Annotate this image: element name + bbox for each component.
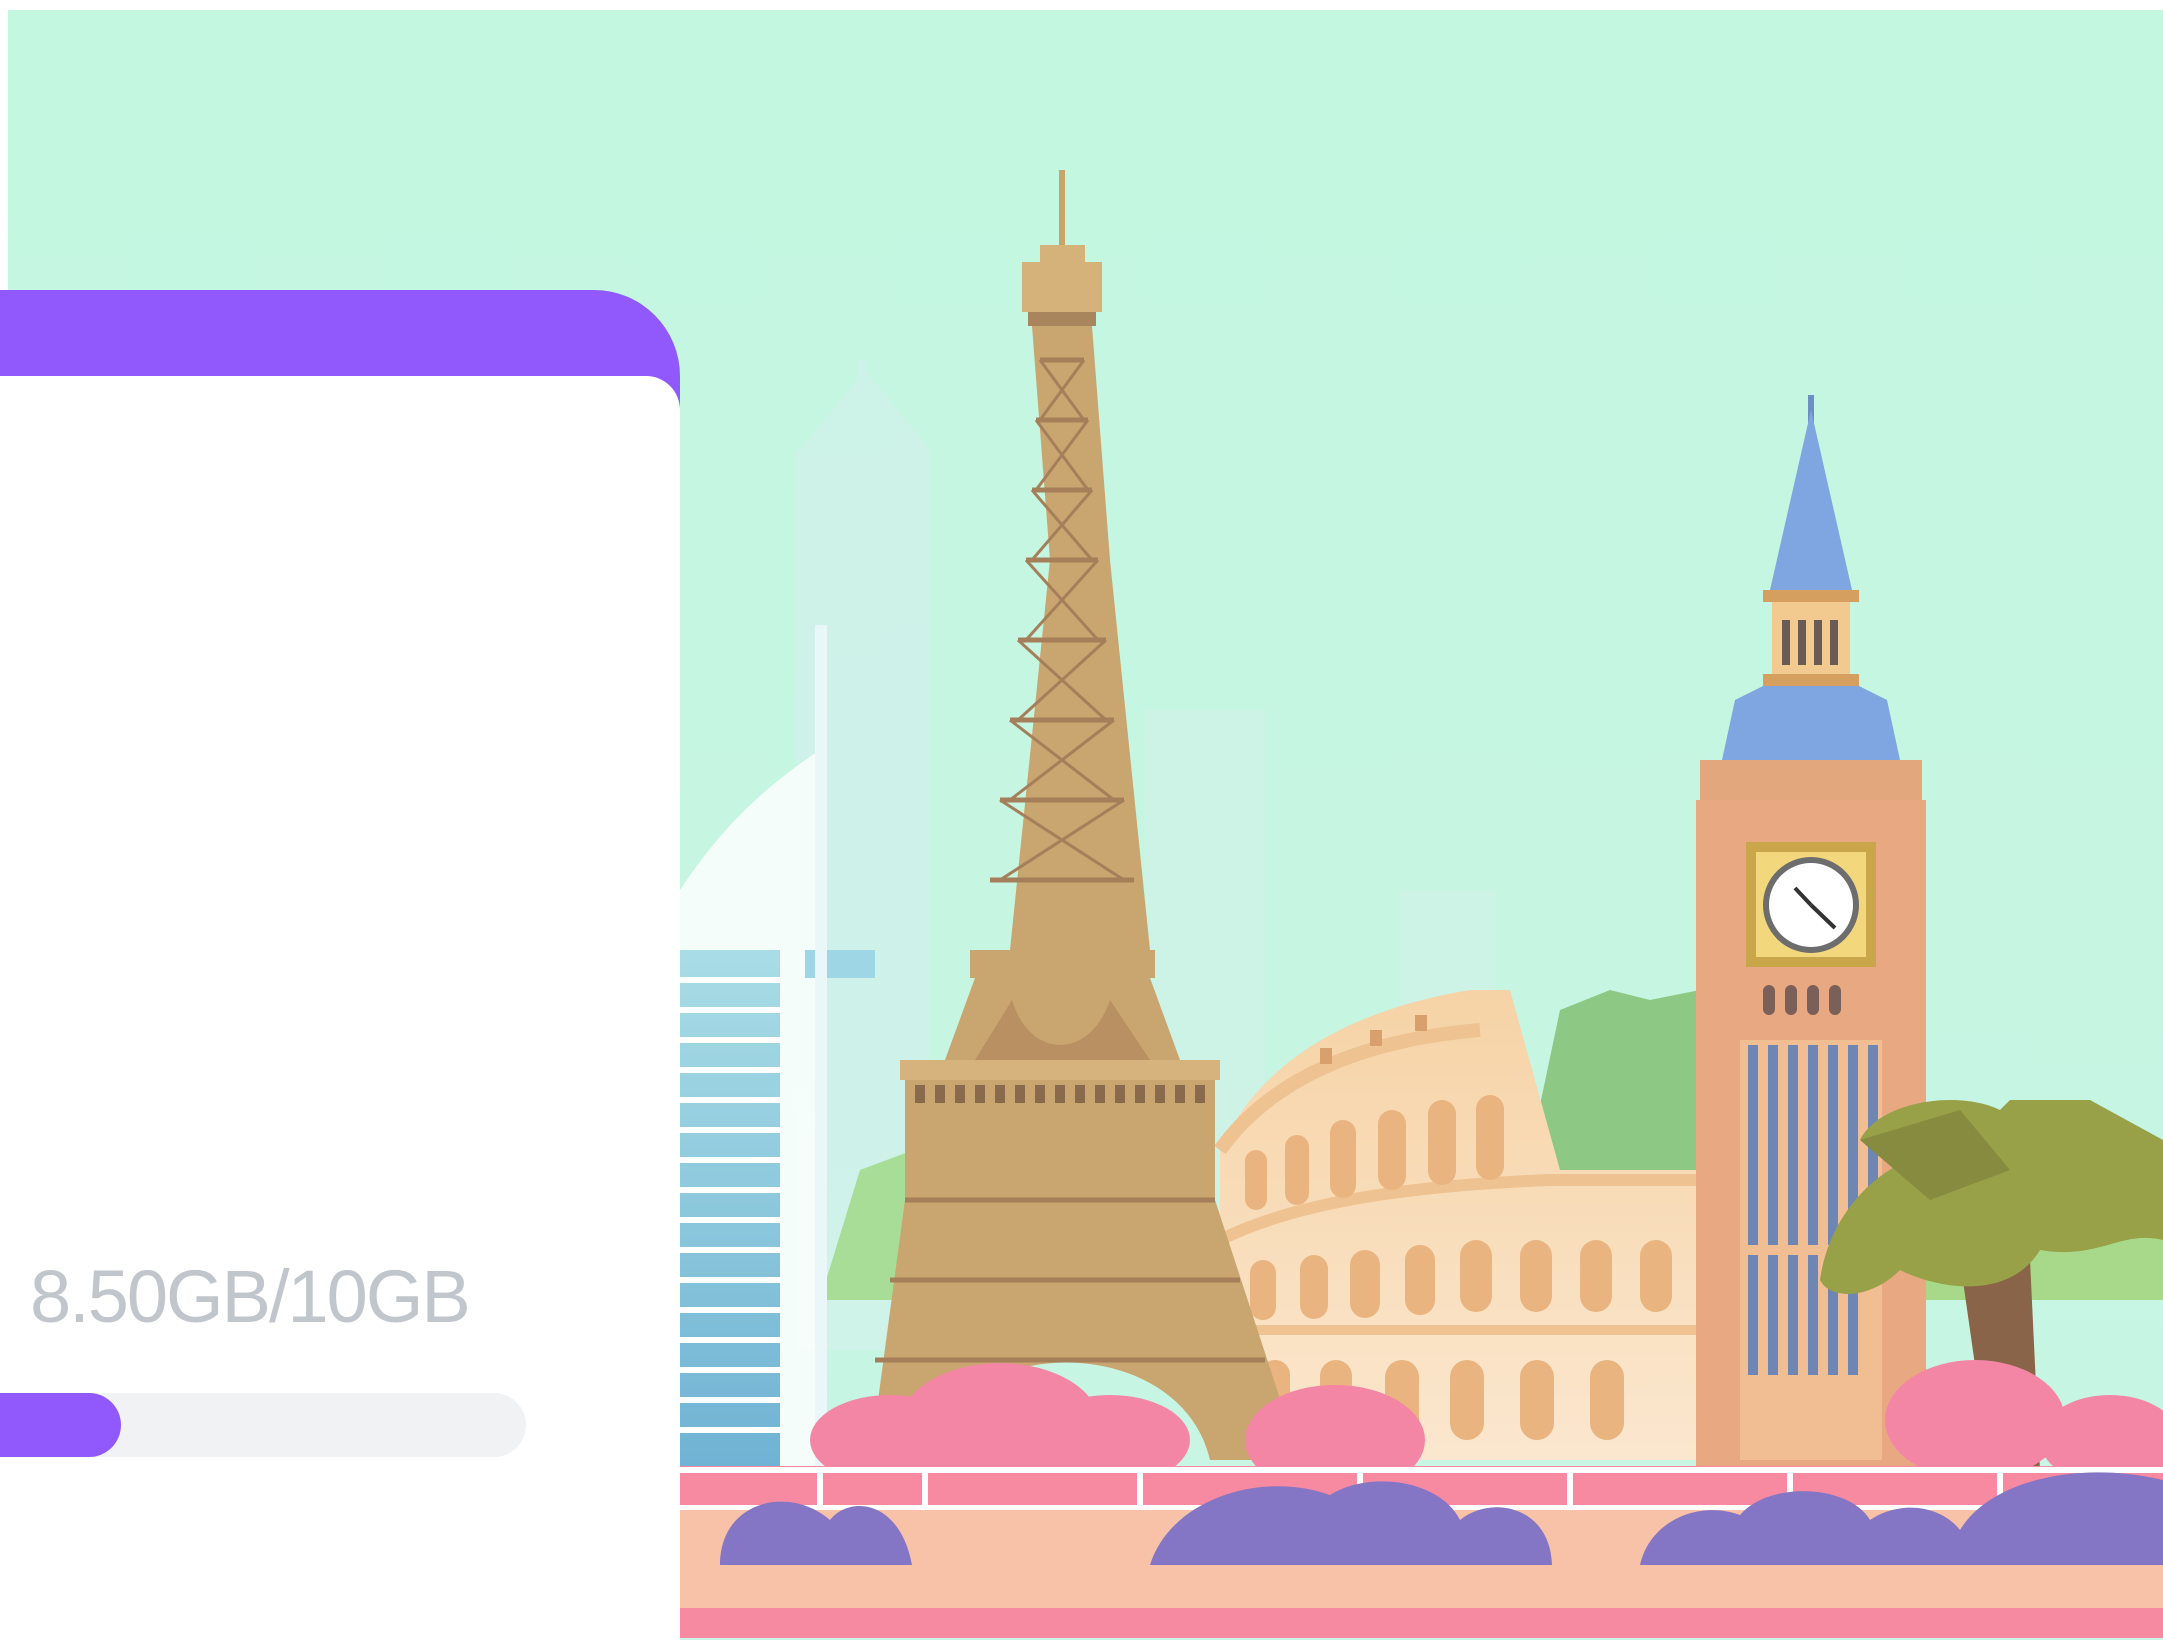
data-usage-progress-bar xyxy=(0,1393,526,1457)
data-usage-progress-fill xyxy=(0,1393,121,1457)
data-usage-label: 8.50GB/10GB xyxy=(30,1255,471,1338)
